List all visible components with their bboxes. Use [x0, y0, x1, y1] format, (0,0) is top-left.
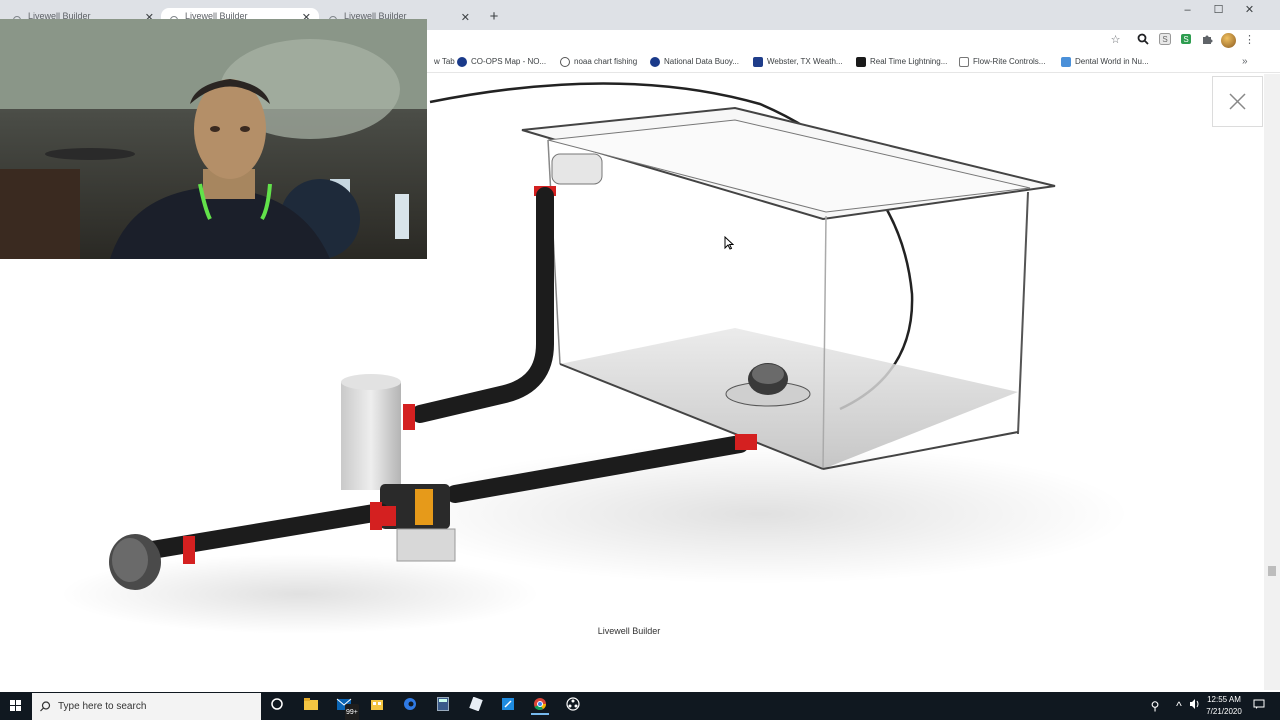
dental-icon: [1061, 57, 1071, 67]
obs-recorder-icon[interactable]: [564, 697, 582, 715]
bookmark-label: Flow-Rite Controls...: [973, 57, 1046, 66]
bookmark-label: Webster, TX Weath...: [767, 57, 843, 66]
extensions-puzzle-icon[interactable]: [1199, 33, 1214, 48]
cortana-icon[interactable]: [268, 697, 286, 715]
bookmark-item[interactable]: CO-OPS Map - NO...: [457, 56, 546, 70]
mail-unread-badge: 99+: [345, 704, 359, 720]
webcam-feed-image: [0, 19, 427, 259]
weather-icon: [753, 57, 763, 67]
bookmark-label: noaa chart fishing: [574, 57, 638, 66]
image-caption: Livewell Builder: [597, 626, 661, 636]
bookmark-label: National Data Buoy...: [664, 57, 740, 66]
minimize-button[interactable]: –: [1172, 0, 1203, 22]
webcam-overlay: [0, 19, 427, 259]
profile-avatar[interactable]: [1221, 33, 1236, 48]
search-icon: [40, 701, 51, 712]
noaa-icon: [457, 57, 467, 67]
bookmark-item[interactable]: Real Time Lightning...: [856, 56, 947, 70]
browser-menu-icon[interactable]: ⋮: [1242, 33, 1257, 48]
page-scrollbar[interactable]: [1264, 74, 1280, 690]
system-clock[interactable]: 12:55 AM 7/21/2020: [1196, 694, 1252, 718]
bookmark-label: Real Time Lightning...: [870, 57, 948, 66]
clock-time: 12:55 AM: [1207, 695, 1241, 704]
bookmark-label: w Tab: [434, 57, 455, 66]
extension-green-icon[interactable]: S: [1178, 33, 1193, 48]
clock-date: 7/21/2020: [1206, 707, 1242, 716]
lightning-icon: [856, 57, 866, 67]
start-button[interactable]: [0, 692, 32, 720]
windows-taskbar: Type here to search 99+ ⚲ ^ 12:55 AM 7/2…: [0, 692, 1280, 720]
maximize-button[interactable]: ☐: [1203, 0, 1234, 22]
bookmark-label: Dental World in Nu...: [1075, 57, 1149, 66]
edge-icon[interactable]: [401, 697, 419, 715]
bookmark-label: CO-OPS Map - NO...: [471, 57, 547, 66]
chrome-icon[interactable]: [531, 697, 549, 715]
mouse-cursor-icon: [724, 236, 734, 250]
window-close-button[interactable]: ✕: [1234, 0, 1265, 22]
extension-s-icon[interactable]: S: [1157, 33, 1172, 48]
notepad-icon[interactable]: [467, 696, 485, 715]
bookmark-item[interactable]: Flow-Rite Controls...: [959, 56, 1045, 70]
scrollbar-marker: [1268, 566, 1276, 576]
globe-icon: [560, 57, 570, 67]
taskbar-search-box[interactable]: Type here to search: [32, 693, 261, 720]
windows-logo-icon: [10, 700, 21, 711]
bookmark-item[interactable]: Dental World in Nu...: [1061, 56, 1149, 70]
bookmark-item[interactable]: Webster, TX Weath...: [753, 56, 843, 70]
mail-icon[interactable]: 99+: [336, 697, 360, 720]
tab-close-icon[interactable]: ✕: [461, 11, 470, 24]
bookmark-star-icon[interactable]: ☆: [1108, 33, 1123, 48]
bookmark-item[interactable]: noaa chart fishing: [560, 56, 637, 70]
file-explorer-icon[interactable]: [302, 697, 320, 715]
bookmark-item[interactable]: National Data Buoy...: [650, 56, 739, 70]
close-icon: [1229, 93, 1246, 110]
new-tab-button[interactable]: +: [485, 8, 503, 26]
screen: Livewell Builder ✕ Livewell Builder ✕ Li…: [0, 0, 1280, 720]
flowrite-icon: [959, 57, 969, 67]
search-placeholder: Type here to search: [58, 701, 147, 712]
calculator-icon[interactable]: [434, 697, 452, 715]
viewer-close-button[interactable]: [1212, 76, 1263, 127]
notifications-icon[interactable]: [1250, 697, 1268, 715]
svg-text:S: S: [1183, 35, 1188, 44]
svg-text:S: S: [1162, 35, 1167, 44]
noaa-icon: [650, 57, 660, 67]
extension-search-icon[interactable]: [1135, 33, 1150, 48]
bookmarks-overflow-icon[interactable]: »: [1242, 56, 1248, 67]
people-icon[interactable]: ⚲: [1146, 697, 1164, 715]
app-pen-icon[interactable]: [499, 697, 517, 715]
store-icon[interactable]: [368, 697, 386, 715]
